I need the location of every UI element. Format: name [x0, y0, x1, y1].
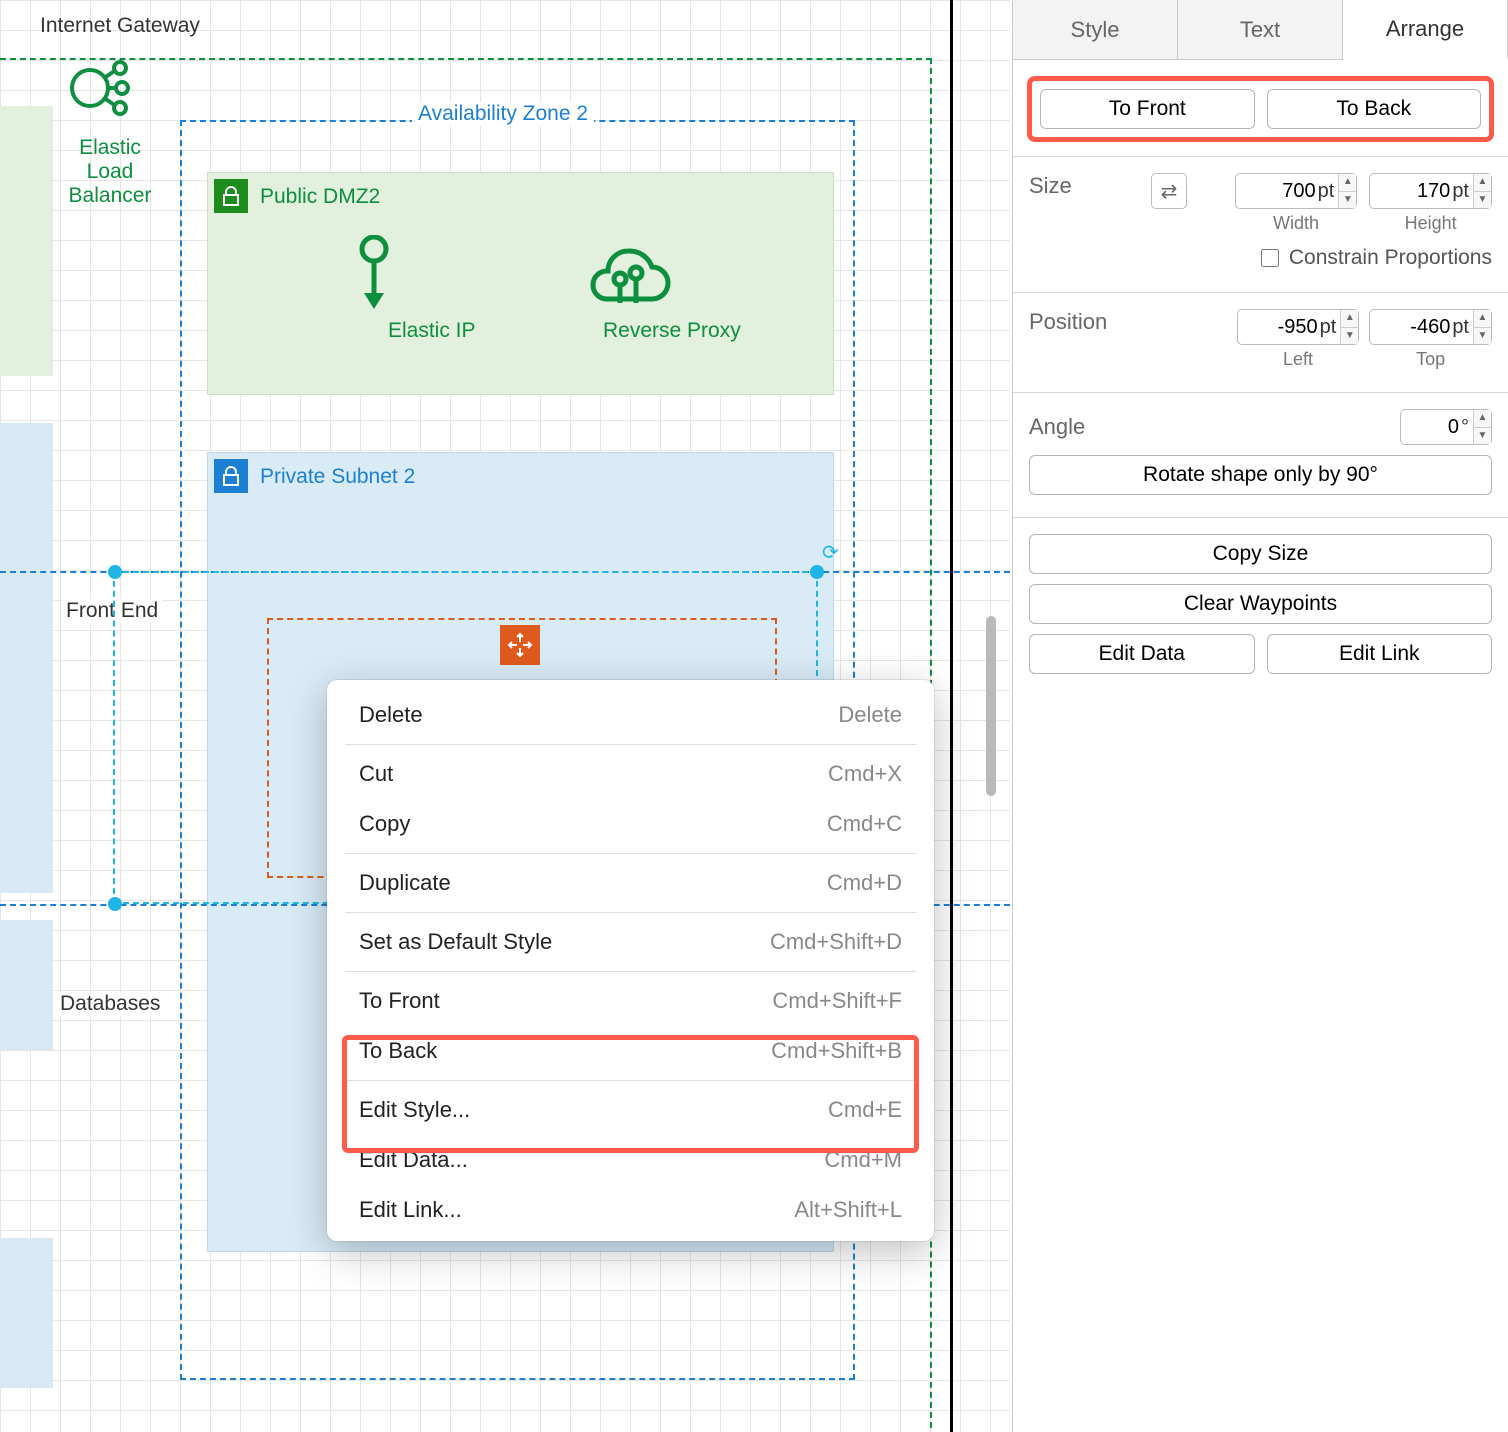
- elastic-ip-label: Elastic IP: [388, 319, 476, 343]
- ctx-edit-link[interactable]: Edit Link...Alt+Shift+L: [327, 1185, 934, 1235]
- panel-tabs: Style Text Arrange: [1013, 0, 1508, 60]
- top-field[interactable]: [1370, 316, 1452, 339]
- rotate-90-button[interactable]: Rotate shape only by 90°: [1029, 455, 1492, 495]
- load-balancer-icon: [68, 56, 132, 120]
- reverse-proxy-icon: [578, 231, 678, 309]
- lock-icon: [214, 459, 248, 493]
- top-sublabel: Top: [1416, 349, 1445, 370]
- copy-size-button[interactable]: Copy Size: [1029, 534, 1492, 574]
- constrain-checkbox[interactable]: [1261, 249, 1279, 267]
- height-field[interactable]: [1370, 180, 1452, 203]
- rotate-handle-icon[interactable]: ⟳: [822, 540, 839, 565]
- width-input[interactable]: pt ▲▼: [1235, 173, 1358, 209]
- top-input[interactable]: pt ▲▼: [1369, 309, 1492, 345]
- separator: [345, 1080, 916, 1081]
- stepper-down-icon[interactable]: ▼: [1339, 192, 1356, 209]
- selection-handle[interactable]: [810, 565, 824, 579]
- subnet-fragment: [0, 106, 53, 376]
- separator: [345, 912, 916, 913]
- angle-field[interactable]: [1401, 416, 1461, 439]
- ctx-edit-data[interactable]: Edit Data...Cmd+M: [327, 1135, 934, 1185]
- public-dmz2[interactable]: Public DMZ2 Elastic IP Reverse Proxy: [207, 172, 834, 395]
- separator: [345, 971, 916, 972]
- private-subnet-title: Private Subnet 2: [260, 465, 415, 489]
- stepper-up-icon[interactable]: ▲: [1474, 174, 1491, 192]
- lock-icon: [214, 179, 248, 213]
- az-title: Availability Zone 2: [412, 102, 594, 126]
- ctx-to-back[interactable]: To BackCmd+Shift+B: [327, 1026, 934, 1076]
- front-end-label: Front End: [62, 599, 162, 623]
- left-sublabel: Left: [1283, 349, 1313, 370]
- edit-link-button[interactable]: Edit Link: [1267, 634, 1493, 674]
- ctx-duplicate[interactable]: DuplicateCmd+D: [327, 858, 934, 908]
- ctx-cut[interactable]: CutCmd+X: [327, 749, 934, 799]
- tier-divider: [0, 571, 1010, 573]
- annotation-highlight: To Front To Back: [1027, 76, 1494, 142]
- edit-data-button[interactable]: Edit Data: [1029, 634, 1255, 674]
- selection-handle[interactable]: [108, 897, 122, 911]
- tab-style[interactable]: Style: [1013, 0, 1178, 59]
- height-sublabel: Height: [1405, 213, 1457, 234]
- page-edge: [950, 0, 953, 1432]
- format-panel: Style Text Arrange To Front To Back Size…: [1012, 0, 1508, 1432]
- ctx-delete[interactable]: DeleteDelete: [327, 690, 934, 740]
- ctx-edit-style[interactable]: Edit Style...Cmd+E: [327, 1085, 934, 1135]
- reverse-proxy-label: Reverse Proxy: [603, 319, 741, 343]
- dmz-title: Public DMZ2: [260, 185, 380, 209]
- stepper-up-icon[interactable]: ▲: [1474, 310, 1491, 328]
- subnet-fragment: [0, 920, 53, 1050]
- autoscaling-icon[interactable]: [500, 625, 540, 665]
- ctx-copy[interactable]: CopyCmd+C: [327, 799, 934, 849]
- stepper-up-icon[interactable]: ▲: [1474, 410, 1491, 428]
- position-label: Position: [1029, 309, 1141, 335]
- stepper-down-icon[interactable]: ▼: [1474, 192, 1491, 209]
- to-back-button[interactable]: To Back: [1267, 89, 1482, 129]
- separator: [345, 853, 916, 854]
- left-field[interactable]: [1238, 316, 1320, 339]
- elb-label: Elastic Load Balancer: [50, 136, 170, 208]
- clear-waypoints-button[interactable]: Clear Waypoints: [1029, 584, 1492, 624]
- context-menu: DeleteDelete CutCmd+X CopyCmd+C Duplicat…: [327, 680, 934, 1241]
- scrollbar-thumb[interactable]: [986, 616, 996, 796]
- label-internet-gateway: Internet Gateway: [40, 14, 200, 38]
- stepper-up-icon[interactable]: ▲: [1341, 310, 1358, 328]
- selection-handle[interactable]: [108, 565, 122, 579]
- ctx-default-style[interactable]: Set as Default StyleCmd+Shift+D: [327, 917, 934, 967]
- angle-input[interactable]: ° ▲▼: [1400, 409, 1492, 445]
- swap-dimensions-icon[interactable]: ⇄: [1151, 173, 1187, 209]
- stepper-down-icon[interactable]: ▼: [1474, 428, 1491, 445]
- width-field[interactable]: [1236, 180, 1318, 203]
- to-front-button[interactable]: To Front: [1040, 89, 1255, 129]
- subnet-fragment: [0, 423, 53, 893]
- constrain-label: Constrain Proportions: [1289, 246, 1492, 270]
- ctx-to-front[interactable]: To FrontCmd+Shift+F: [327, 976, 934, 1026]
- subnet-fragment: [0, 1238, 53, 1388]
- stepper-down-icon[interactable]: ▼: [1474, 328, 1491, 345]
- separator: [345, 744, 916, 745]
- angle-label: Angle: [1029, 414, 1141, 440]
- databases-label: Databases: [56, 992, 164, 1016]
- stepper-down-icon[interactable]: ▼: [1341, 328, 1358, 345]
- tab-arrange[interactable]: Arrange: [1343, 0, 1508, 60]
- stepper-up-icon[interactable]: ▲: [1339, 174, 1356, 192]
- width-sublabel: Width: [1273, 213, 1319, 234]
- elb-icon[interactable]: [68, 56, 132, 126]
- height-input[interactable]: pt ▲▼: [1369, 173, 1492, 209]
- elastic-ip-icon: [348, 235, 400, 317]
- left-input[interactable]: pt ▲▼: [1237, 309, 1360, 345]
- size-label: Size: [1029, 173, 1141, 199]
- tab-text[interactable]: Text: [1178, 0, 1343, 59]
